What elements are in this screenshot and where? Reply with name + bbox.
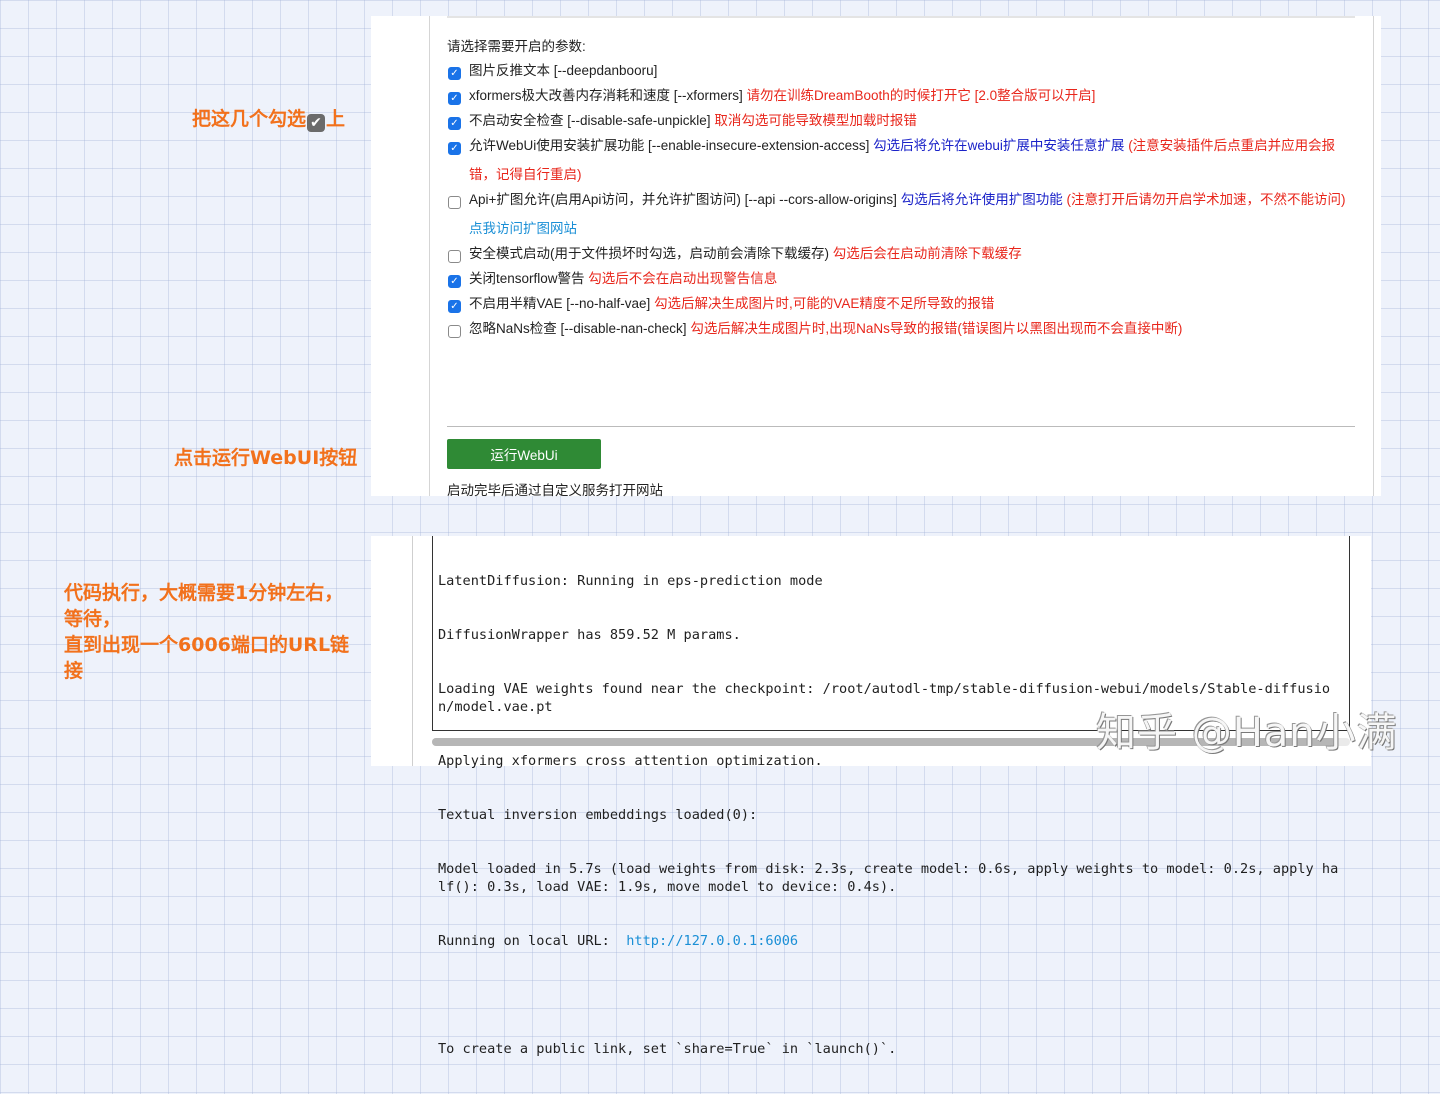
option-row[interactable]: ✓ 允许WebUi使用安装扩展功能 [--enable-insecure-exte…: [447, 138, 1357, 189]
option-label: 安全模式启动(用于文件损坏时勾选，启动前会清除下载缓存): [469, 246, 829, 261]
annotation-check-options: 把这几个勾选 ✔ 上: [192, 106, 345, 132]
option-row[interactable]: Api+扩图允许(启用Api访问，并允许扩图访问) [--api --cors-…: [447, 192, 1357, 243]
annotation-check-text: 把这几个勾选: [192, 108, 307, 130]
option-checkbox[interactable]: ✓: [448, 300, 461, 313]
option-checkbox[interactable]: ✓: [448, 92, 461, 105]
option-label: Api+扩图允许(启用Api访问，并允许扩图访问) [--api --cors-…: [469, 192, 897, 207]
option-label: 关闭tensorflow警告: [469, 271, 585, 286]
options-list: ✓ 图片反推文本 [--deepdanbooru] ✓ xformers极大改善内存消…: [447, 63, 1357, 347]
options-divider: [447, 426, 1355, 427]
console-line: Model loaded in 5.7s (load weights from …: [438, 861, 1339, 895]
option-text: Api+扩图允许(启用Api访问，并允许扩图访问) [--api --cors-…: [469, 185, 1357, 243]
console-border-left: [412, 536, 413, 766]
option-warning-note: (注意打开后请勿开启学术加速，不然不能访问): [1066, 192, 1346, 207]
panel-border-left: [429, 16, 430, 496]
annotation-wait-line: 接: [64, 660, 84, 682]
option-text: 允许WebUi使用安装扩展功能 [--enable-insecure-exten…: [469, 131, 1357, 189]
option-label: 忽略NaNs检查 [--disable-nan-check]: [469, 321, 687, 336]
option-checkbox[interactable]: ✓: [448, 117, 461, 130]
settings-prompt: 请选择需要开启的参数:: [447, 39, 586, 54]
option-warning-note: 取消勾选可能导致模型加载时报错: [714, 113, 917, 128]
option-checkbox[interactable]: ✓: [448, 67, 461, 80]
option-warning-note: 勾选后会在启动前清除下载缓存: [832, 246, 1022, 261]
console-line: Textual inversion embeddings loaded(0):: [438, 807, 758, 823]
option-checkbox[interactable]: ✓: [448, 142, 461, 155]
option-info-note: 勾选后将允许在webui扩展中安装任意扩展: [873, 138, 1125, 153]
annotation-check-suffix: 上: [326, 108, 346, 130]
option-checkbox[interactable]: [448, 196, 461, 209]
console-line: To create a public link, set `share=True…: [438, 1041, 897, 1057]
checkbox-emoji-icon: ✔: [307, 114, 326, 132]
option-row[interactable]: 忽略NaNs检查 [--disable-nan-check] 勾选后解决生成图片…: [447, 321, 1357, 343]
run-webui-button[interactable]: 运行WebUi: [447, 439, 601, 469]
option-text: 忽略NaNs检查 [--disable-nan-check] 勾选后解决生成图片…: [469, 314, 1357, 343]
option-label: 不启动安全检查 [--disable-safe-unpickle]: [469, 113, 711, 128]
watermark-text: 知乎 @Han小满: [1096, 710, 1398, 756]
console-line: LatentDiffusion: Running in eps-predicti…: [438, 573, 823, 589]
option-warning-note: 勾选后不会在启动出现警告信息: [588, 271, 778, 286]
annotation-wait: 代码执行，大概需要1分钟左右， 等待， 直到出现一个6006端口的URL链 接: [64, 580, 364, 684]
panel-top-divider: [447, 16, 1355, 18]
annotation-run-webui: 点击运行WebUI按钮: [174, 447, 358, 469]
local-url-link[interactable]: http://127.0.0.1:6006: [626, 933, 798, 949]
option-checkbox[interactable]: [448, 250, 461, 263]
option-info-note: 勾选后将允许使用扩图功能: [900, 192, 1063, 207]
option-label: xformers极大改善内存消耗和速度 [--xformers]: [469, 88, 743, 103]
console-line: DiffusionWrapper has 859.52 M params.: [438, 627, 741, 643]
option-warning-note: 勾选后解决生成图片时,可能的VAE精度不足所导致的报错: [654, 296, 995, 311]
option-label: 允许WebUi使用安装扩展功能 [--enable-insecure-exten…: [469, 138, 870, 153]
after-launch-text: 启动完毕后通过自定义服务打开网站: [447, 483, 663, 498]
option-label: 图片反推文本 [--deepdanbooru]: [469, 63, 658, 78]
option-link[interactable]: 点我访问扩图网站: [469, 221, 577, 236]
annotation-wait-line: 代码执行，大概需要1分钟左右，: [64, 582, 344, 604]
console-url-line: Running on local URL: http://127.0.0.1:6…: [438, 932, 1344, 950]
option-label: 不启用半精VAE [--no-half-vae]: [469, 296, 651, 311]
option-warning-note: 请勿在训练DreamBooth的时候打开它 [2.0整合版可以开启]: [746, 88, 1096, 103]
console-url-prefix: Running on local URL:: [438, 933, 627, 949]
option-warning-note: 勾选后解决生成图片时,出现NaNs导致的报错(错误图片以黑图出现而不会直接中断): [690, 321, 1183, 336]
option-checkbox[interactable]: [448, 325, 461, 338]
annotation-wait-line: 直到出现一个6006端口的URL链: [64, 634, 350, 656]
option-checkbox[interactable]: ✓: [448, 275, 461, 288]
panel-border-right: [1373, 16, 1374, 496]
annotation-wait-line: 等待，: [64, 608, 122, 630]
settings-panel: 请选择需要开启的参数: ✓ 图片反推文本 [--deepdanbooru] ✓ xfo…: [371, 16, 1381, 498]
